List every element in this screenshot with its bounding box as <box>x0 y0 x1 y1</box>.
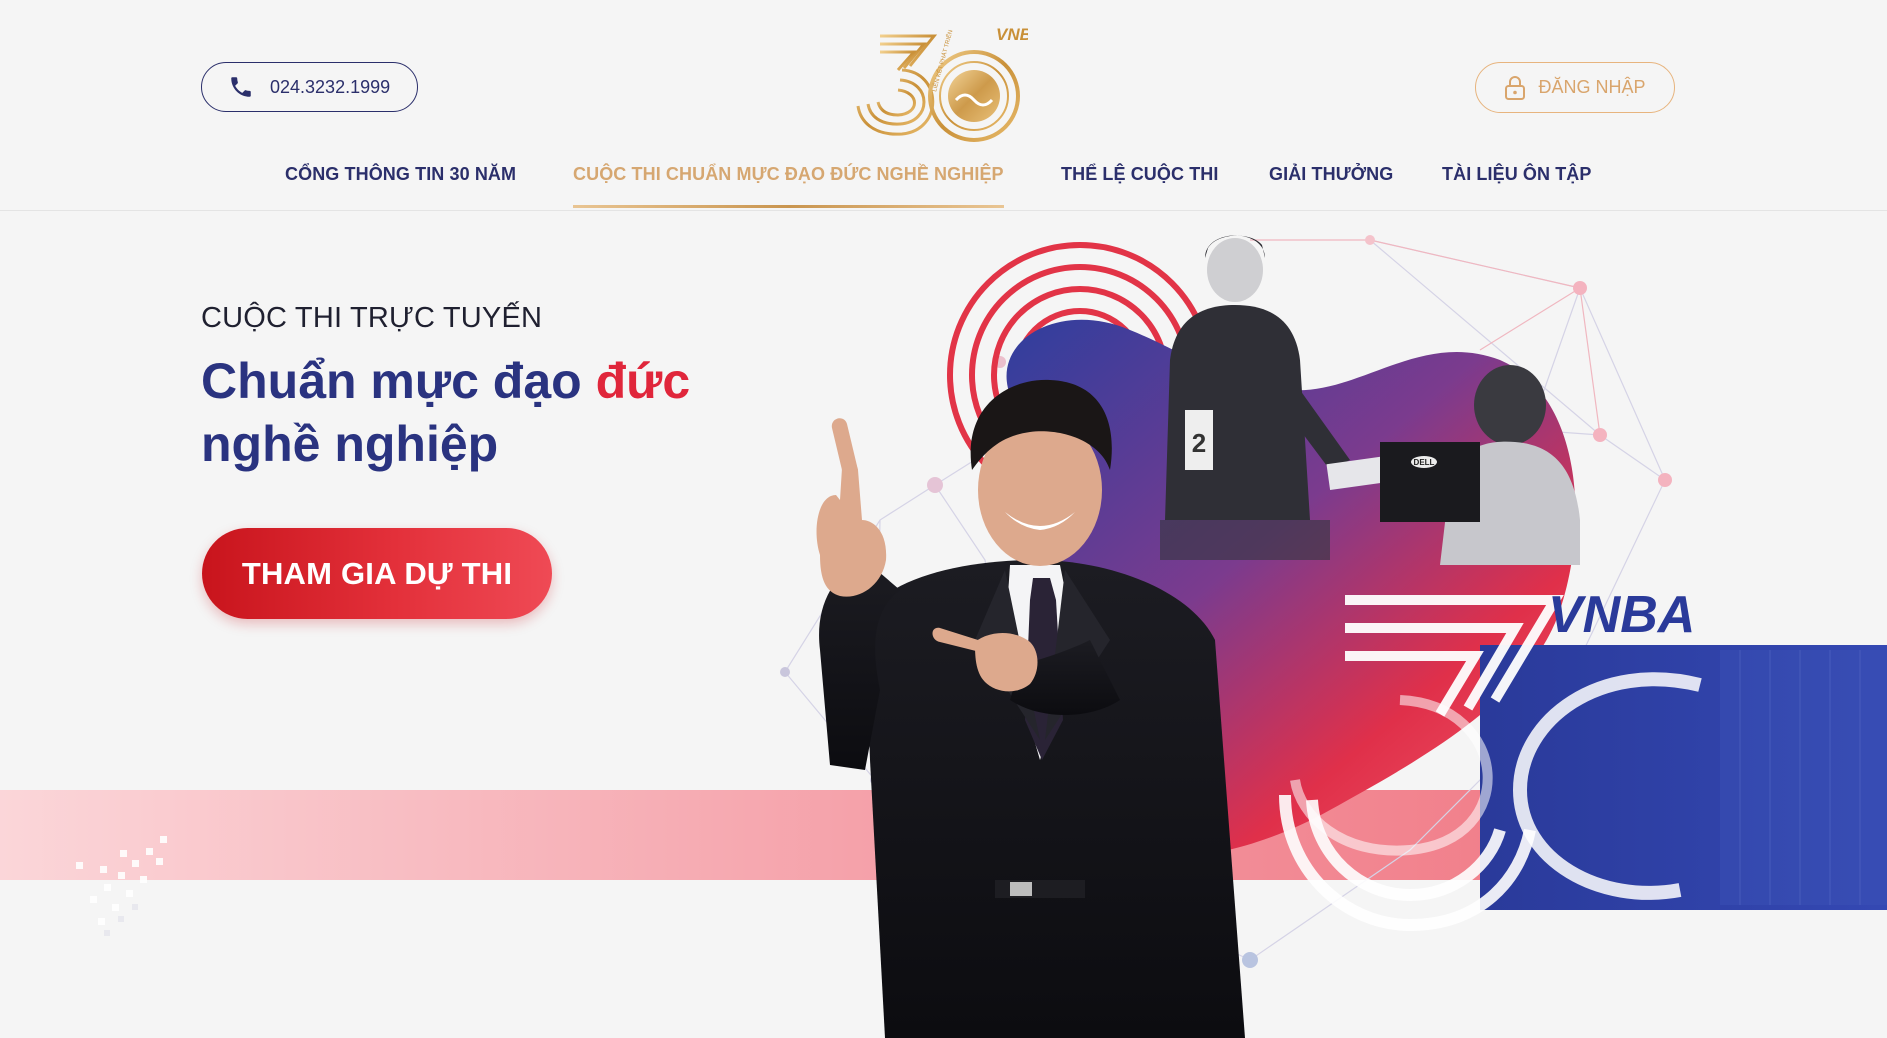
hero-headline: Chuẩn mực đạo đức nghề nghiệp <box>201 350 801 476</box>
nav-item-study-materials[interactable]: TÀI LIỆU ÔN TẬP <box>1442 164 1592 210</box>
site-header: 024.3232.1999 VNBA LIÊN KẾT PHÁT TRIỂN <box>0 0 1887 211</box>
nav-item-portal-30-years[interactable]: CỔNG THÔNG TIN 30 NĂM <box>285 164 516 210</box>
headline-part-3: nghề nghiệp <box>201 416 499 472</box>
lock-icon <box>1505 75 1526 100</box>
join-contest-button[interactable]: THAM GIA DỰ THI <box>202 528 552 619</box>
phone-icon <box>231 77 251 97</box>
logo-brand: VNBA <box>996 25 1028 44</box>
nav-item-prizes[interactable]: GIẢI THƯỞNG <box>1269 164 1393 210</box>
phone-number: 024.3232.1999 <box>270 76 391 97</box>
login-button[interactable]: ĐĂNG NHẬP <box>1475 62 1675 113</box>
hero-eyebrow: CUỘC THI TRỰC TUYẾN <box>201 302 543 334</box>
vnba-badge: VNBA <box>1548 586 1695 644</box>
login-label: ĐĂNG NHẬP <box>1538 77 1646 97</box>
headline-part-1: Chuẩn mực đạo <box>201 353 596 409</box>
phone-button[interactable]: 024.3232.1999 <box>201 62 418 112</box>
vnba-30-logo[interactable]: VNBA LIÊN KẾT PHÁT TRIỂN <box>852 22 1028 150</box>
nav-item-contest-rules[interactable]: THỂ LỆ CUỘC THI <box>1061 164 1219 210</box>
hero-illustration: 2 DELL VNBA <box>0 235 1887 1038</box>
counter-number: 2 <box>1192 428 1206 458</box>
headline-part-2: đức <box>595 353 691 409</box>
main-nav: CỔNG THÔNG TIN 30 NĂM CUỘC THI CHUẨN MỰC… <box>0 164 1887 210</box>
nav-item-ethics-contest[interactable]: CUỘC THI CHUẨN MỰC ĐẠO ĐỨC NGHỀ NGHIỆP <box>573 164 1004 210</box>
monitor-brand: DELL <box>1414 458 1435 467</box>
